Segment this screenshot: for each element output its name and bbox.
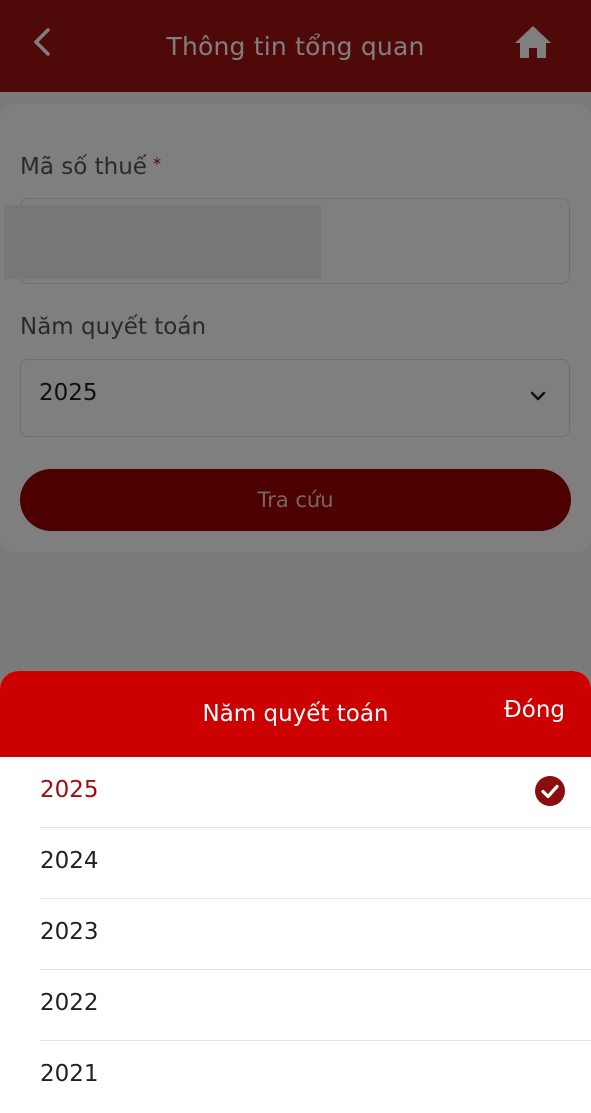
check-circle-icon (535, 776, 565, 806)
year-picker-sheet: Năm quyết toán Đóng 2025 2024 2023 2022 … (0, 671, 591, 1113)
list-item-2021[interactable]: 2021 (40, 1041, 591, 1112)
list-item-2024[interactable]: 2024 (40, 828, 591, 899)
list-item-2023[interactable]: 2023 (40, 899, 591, 970)
close-button[interactable]: Đóng (504, 697, 565, 723)
sheet-title: Năm quyết toán (202, 701, 389, 727)
sheet-header: Năm quyết toán Đóng (0, 671, 591, 757)
year-list: 2025 2024 2023 2022 2021 (0, 757, 591, 1112)
list-item-2022[interactable]: 2022 (40, 970, 591, 1041)
list-item-2025[interactable]: 2025 (40, 757, 591, 828)
